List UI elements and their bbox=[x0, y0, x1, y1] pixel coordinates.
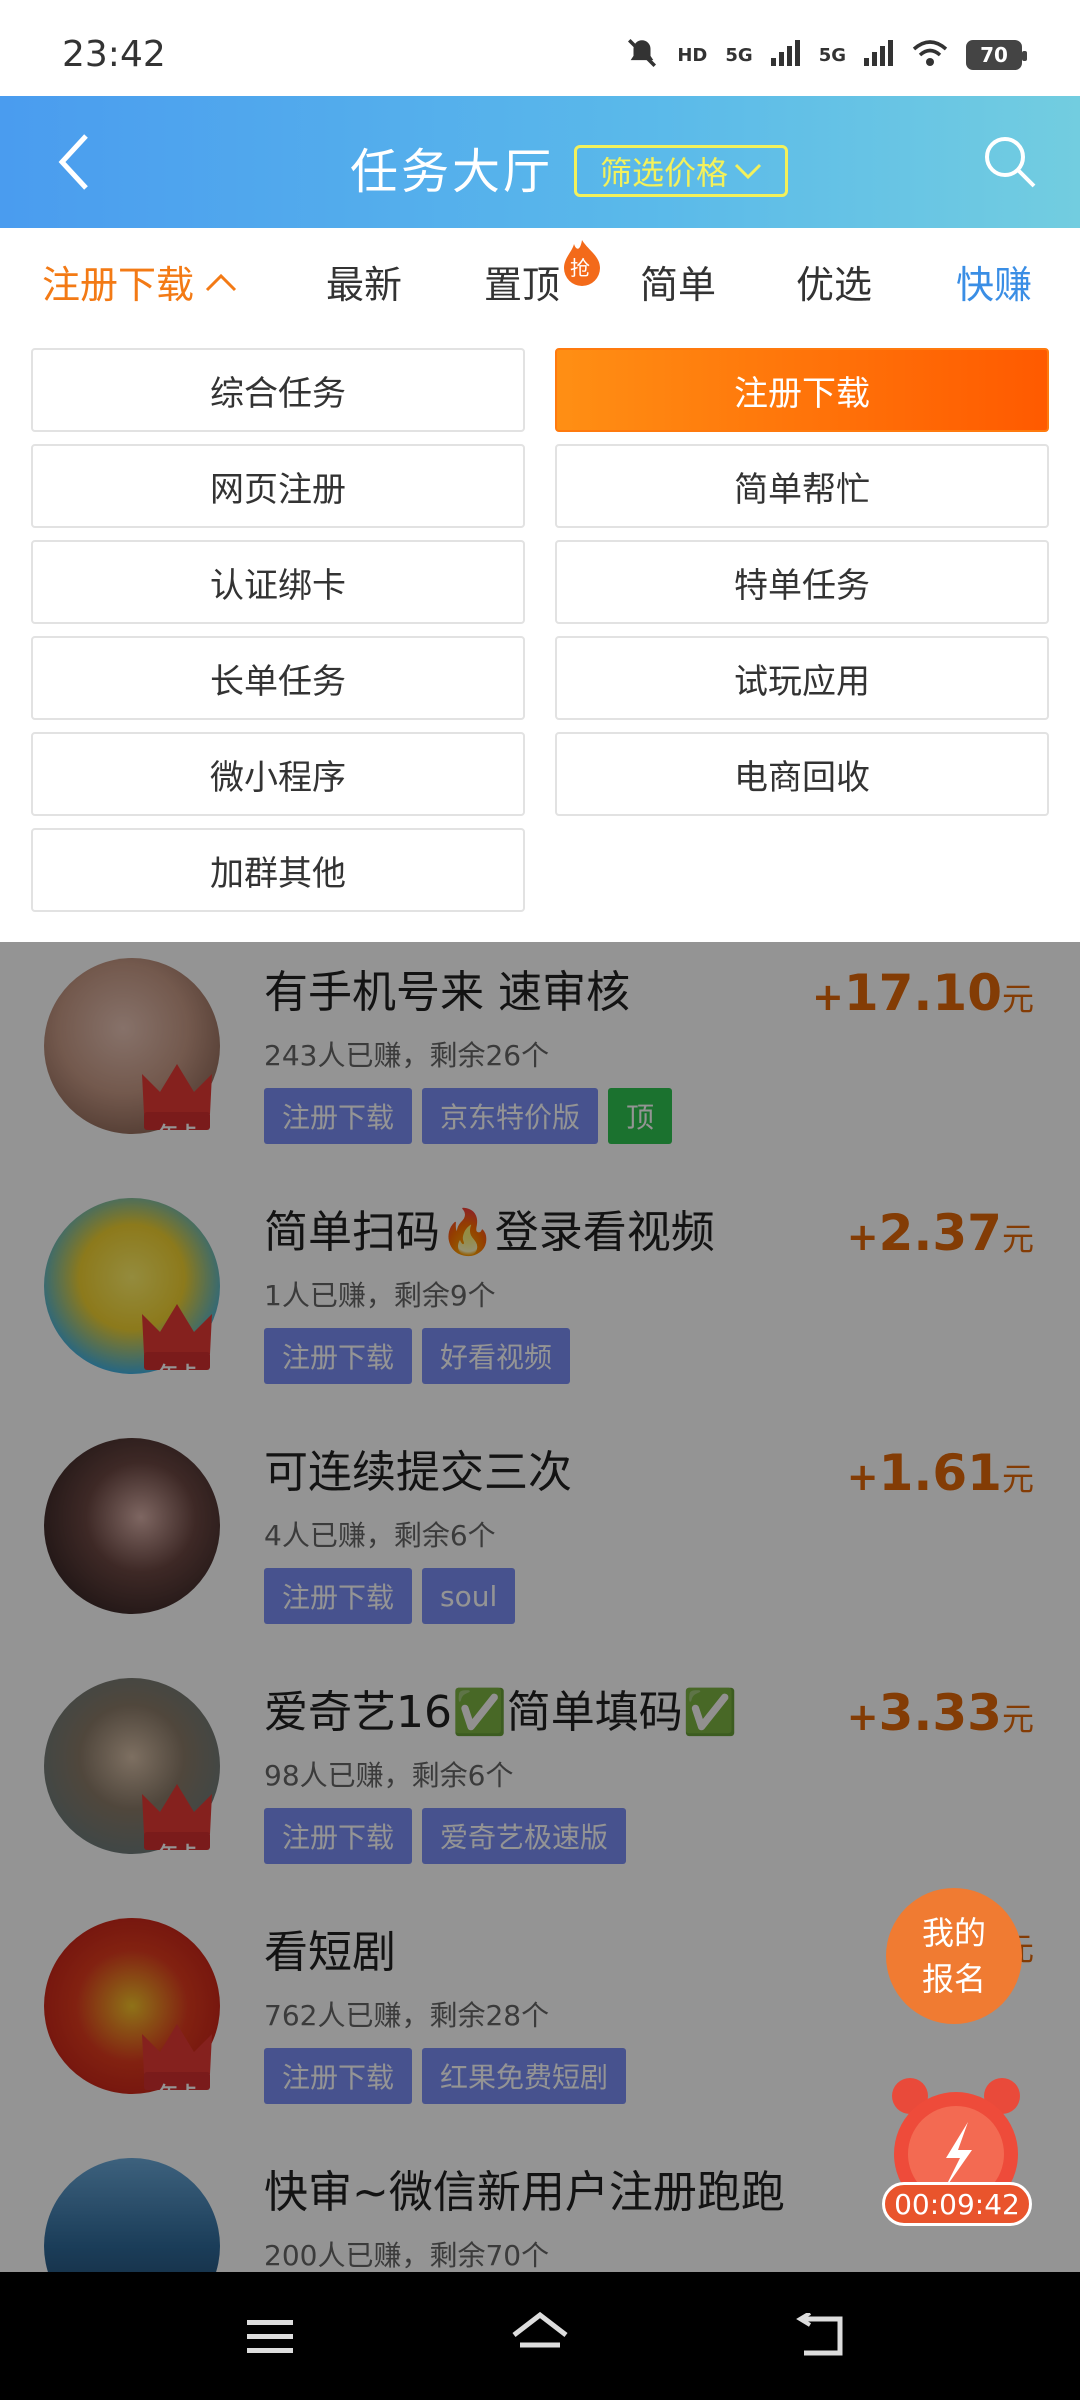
tab-pinned[interactable]: 置顶 bbox=[484, 254, 560, 309]
status-bar: 23:42 HD 5G 5G 70 bbox=[0, 0, 1080, 96]
network-5g-2: 5G bbox=[818, 44, 846, 66]
search-button[interactable] bbox=[976, 128, 1044, 196]
back-nav-button[interactable] bbox=[790, 2304, 854, 2368]
page-title: 任务大厅 bbox=[350, 144, 555, 200]
category-mini-program[interactable]: 微小程序 bbox=[31, 732, 525, 816]
battery-icon: 70 bbox=[966, 40, 1027, 70]
network-5g-1: 5G bbox=[725, 44, 753, 66]
back-button[interactable] bbox=[40, 128, 108, 196]
chevron-up-icon bbox=[205, 273, 237, 291]
chevron-down-icon bbox=[734, 163, 762, 180]
category-special[interactable]: 特单任务 bbox=[555, 540, 1049, 624]
countdown-timer: 00:09:42 bbox=[882, 2182, 1032, 2226]
back-arrow-icon bbox=[796, 2313, 843, 2356]
hd-label: HD bbox=[677, 44, 708, 66]
tab-selected[interactable]: 优选 bbox=[796, 254, 872, 309]
search-icon bbox=[985, 137, 1036, 188]
my-signup-button[interactable]: 我的 报名 bbox=[886, 1888, 1022, 2024]
status-time: 23:42 bbox=[62, 34, 166, 75]
category-trial-app[interactable]: 试玩应用 bbox=[555, 636, 1049, 720]
category-comprehensive[interactable]: 综合任务 bbox=[31, 348, 525, 432]
tab-simple[interactable]: 简单 bbox=[640, 254, 716, 309]
wifi-icon bbox=[912, 39, 948, 71]
home-icon bbox=[512, 2311, 568, 2348]
app-header: 任务大厅 筛选价格 bbox=[0, 96, 1080, 228]
category-register-download[interactable]: 注册下载 bbox=[555, 348, 1049, 432]
tab-quick-earn[interactable]: 快赚 bbox=[956, 254, 1032, 309]
status-icons: HD 5G 5G 70 bbox=[625, 36, 1027, 74]
category-ecommerce[interactable]: 电商回收 bbox=[555, 732, 1049, 816]
category-simple-help[interactable]: 简单帮忙 bbox=[555, 444, 1049, 528]
category-web-register[interactable]: 网页注册 bbox=[31, 444, 525, 528]
signal-icon-2 bbox=[864, 40, 894, 70]
signup-line-2: 报名 bbox=[921, 1960, 986, 1998]
tab-bar: 注册下载 最新 置顶 简单 优选 快赚 bbox=[0, 228, 1080, 340]
menu-button[interactable] bbox=[238, 2304, 302, 2368]
tab-latest[interactable]: 最新 bbox=[326, 254, 402, 309]
category-panel: 综合任务 注册下载 网页注册 简单帮忙 认证绑卡 特单任务 长单任务 试玩应用 … bbox=[0, 340, 1080, 942]
hot-badge: 抢 bbox=[558, 238, 606, 286]
mute-icon bbox=[625, 36, 659, 74]
category-verify-card[interactable]: 认证绑卡 bbox=[31, 540, 525, 624]
home-button[interactable] bbox=[508, 2304, 572, 2368]
signal-icon bbox=[770, 40, 801, 70]
menu-icon bbox=[247, 2320, 293, 2353]
filter-price-button[interactable]: 筛选价格 bbox=[574, 145, 788, 197]
category-join-group[interactable]: 加群其他 bbox=[31, 828, 525, 912]
category-long-order[interactable]: 长单任务 bbox=[31, 636, 525, 720]
signup-line-1: 我的 bbox=[921, 1914, 986, 1952]
filter-price-label: 筛选价格 bbox=[599, 154, 728, 192]
hot-badge-label: 抢 bbox=[570, 256, 590, 280]
tab-register-download[interactable]: 注册下载 bbox=[42, 254, 238, 309]
system-nav-bar bbox=[0, 2272, 1080, 2400]
tab-label: 注册下载 bbox=[42, 263, 195, 307]
chevron-left-icon bbox=[58, 134, 88, 190]
